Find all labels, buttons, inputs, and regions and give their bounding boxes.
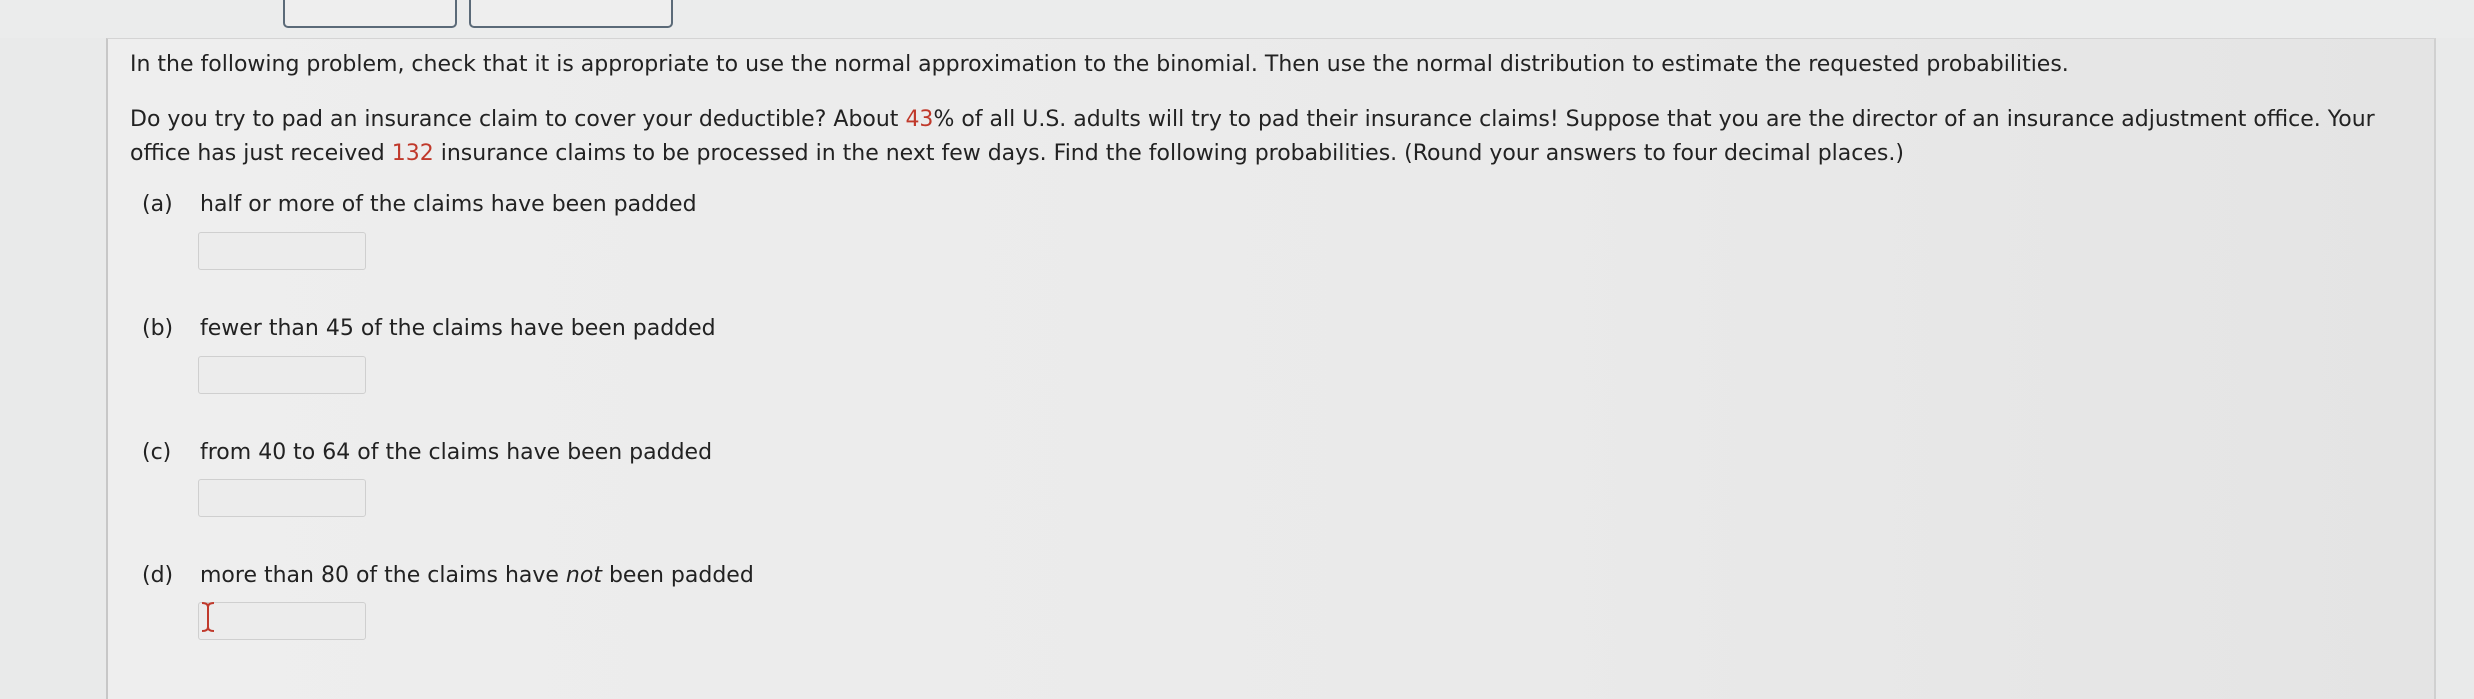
claims-value: 132 — [391, 141, 434, 166]
answer-input-b[interactable] — [198, 356, 366, 394]
problem-text-1: Do you try to pad an insurance claim to … — [130, 107, 906, 132]
instructions-text: In the following problem, check that it … — [130, 52, 2069, 77]
part-b: (b) fewer than 45 of the claims have been… — [142, 314, 716, 344]
part-b-letter: (b) — [142, 316, 174, 341]
answer-input-c[interactable] — [198, 479, 366, 517]
part-d-text-before: more than 80 of the claims have — [200, 563, 566, 588]
answer-input-a[interactable] — [198, 232, 366, 270]
percent-value: 43 — [905, 107, 934, 132]
answer-input-d[interactable] — [198, 602, 366, 640]
part-a-letter: (a) — [142, 192, 173, 217]
top-toolbar — [0, 0, 2474, 38]
part-d-text-after: been padded — [601, 563, 754, 588]
part-c-text: from 40 to 64 of the claims have been pa… — [200, 440, 713, 465]
part-a-text: half or more of the claims have been pad… — [200, 192, 697, 217]
part-d: (d) more than 80 of the claims have not b… — [142, 561, 754, 591]
text-cursor-icon — [201, 602, 215, 632]
problem-text-3: insurance claims to be processed in the … — [433, 141, 1904, 166]
part-d-text-italic: not — [565, 563, 602, 588]
details-button[interactable] — [283, 0, 457, 28]
part-d-letter: (d) — [142, 563, 174, 588]
part-c: (c) from 40 to 64 of the claims have been… — [142, 438, 712, 468]
part-a: (a) half or more of the claims have been … — [142, 190, 697, 220]
problem-statement: Do you try to pad an insurance claim to … — [130, 103, 2410, 171]
part-b-text: fewer than 45 of the claims have been pa… — [200, 316, 716, 341]
part-c-letter: (c) — [142, 440, 172, 465]
my-notes-button[interactable] — [469, 0, 673, 28]
